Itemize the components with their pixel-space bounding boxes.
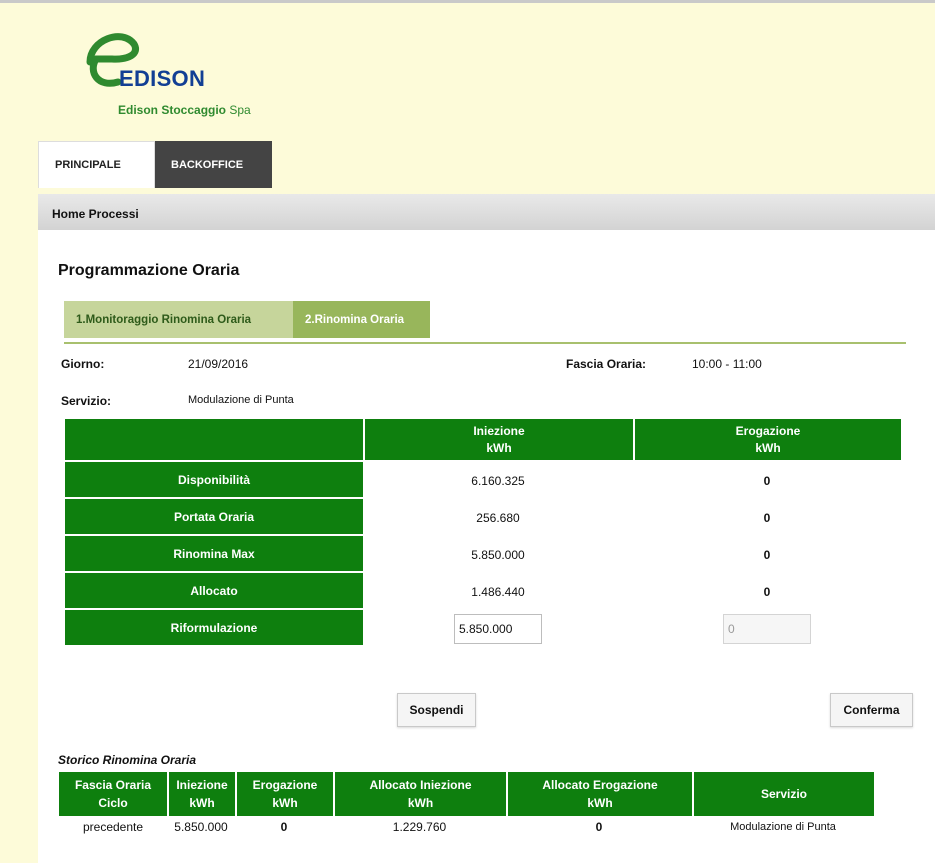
history-header-iniezione-line2: kWh bbox=[189, 796, 215, 810]
portata-iniezione: 256.680 bbox=[476, 510, 520, 525]
history-header-fascia: Fascia Oraria Ciclo bbox=[59, 772, 167, 816]
row-label-allocato: Allocato bbox=[65, 573, 363, 610]
history-cell-servizio: Modulazione di Punta bbox=[730, 821, 836, 833]
history-header-iniezione: Iniezione kWh bbox=[167, 772, 235, 816]
header-iniezione: Iniezione kWh bbox=[363, 419, 633, 462]
disponibilita-erogazione: 0 bbox=[763, 473, 771, 488]
history-header-erogazione: Erogazione kWh bbox=[235, 772, 333, 816]
tab-principale[interactable]: PRINCIPALE bbox=[38, 141, 155, 188]
riformulazione-iniezione-input[interactable] bbox=[454, 613, 542, 644]
top-border bbox=[0, 0, 935, 3]
rinomina-table: Iniezione kWh Erogazione kWh Disponibili… bbox=[65, 419, 901, 647]
brand-name: EDISON bbox=[119, 66, 206, 91]
fascia-value: 10:00 - 11:00 bbox=[692, 357, 762, 371]
brand-subtitle: Edison Stoccaggio Spa bbox=[118, 103, 251, 117]
history-header-allocato-erogazione-line1: Allocato Erogazione bbox=[542, 778, 658, 792]
brand-subtitle-bold: Edison Stoccaggio bbox=[118, 103, 227, 117]
table-row: Riformulazione bbox=[65, 610, 901, 647]
history-header-erogazione-line1: Erogazione bbox=[252, 778, 318, 792]
table-row: Disponibilità 6.160.325 0 bbox=[65, 462, 901, 499]
servizio-label: Servizio: bbox=[61, 394, 112, 408]
main-panel: Programmazione Oraria 1.Monitoraggio Rin… bbox=[38, 230, 935, 863]
row-label-riformulazione: Riformulazione bbox=[65, 610, 363, 647]
table-row: Portata Oraria 256.680 0 bbox=[65, 499, 901, 536]
disponibilita-iniezione: 6.160.325 bbox=[471, 473, 525, 488]
page-title: Programmazione Oraria bbox=[58, 262, 240, 279]
allocato-iniezione: 1.486.440 bbox=[471, 584, 525, 599]
history-header-fascia-line2: Ciclo bbox=[98, 796, 128, 810]
history-header-allocato-erogazione-line2: kWh bbox=[587, 796, 613, 810]
history-header-allocato-erogazione: Allocato Erogazione kWh bbox=[506, 772, 692, 816]
brand-subtitle-rest: Spa bbox=[226, 103, 251, 117]
table-row: precedente 5.850.000 0 1.229.760 0 Modul… bbox=[59, 816, 874, 838]
row-label-disponibilita: Disponibilità bbox=[65, 462, 363, 499]
rinomina-max-iniezione: 5.850.000 bbox=[471, 547, 525, 562]
step-rinomina[interactable]: 2.Rinomina Oraria bbox=[293, 301, 430, 338]
portata-erogazione: 0 bbox=[763, 510, 771, 525]
conferma-button[interactable]: Conferma bbox=[830, 693, 913, 727]
history-table: Fascia Oraria Ciclo Iniezione kWh Erogaz… bbox=[59, 772, 874, 838]
history-header-allocato-iniezione: Allocato Iniezione kWh bbox=[333, 772, 506, 816]
history-cell-erogazione: 0 bbox=[280, 820, 288, 834]
history-cell-allocato-erogazione: 0 bbox=[595, 820, 603, 834]
step-monitoraggio[interactable]: 1.Monitoraggio Rinomina Oraria bbox=[64, 301, 293, 338]
servizio-value: Modulazione di Punta bbox=[188, 394, 294, 406]
header-erogazione-line2: kWh bbox=[755, 440, 781, 455]
steps-divider bbox=[64, 342, 906, 344]
tab-backoffice[interactable]: BACKOFFICE bbox=[155, 141, 272, 188]
allocato-erogazione: 0 bbox=[763, 584, 771, 599]
rinomina-max-erogazione: 0 bbox=[763, 547, 771, 562]
sospendi-button[interactable]: Sospendi bbox=[397, 693, 476, 727]
history-header-allocato-iniezione-line2: kWh bbox=[407, 796, 434, 810]
history-title: Storico Rinomina Oraria bbox=[58, 753, 197, 767]
row-label-portata-oraria: Portata Oraria bbox=[65, 499, 363, 536]
history-header-iniezione-line1: Iniezione bbox=[176, 778, 228, 792]
history-header-allocato-iniezione-line1: Allocato Iniezione bbox=[369, 778, 472, 792]
step-tabs: 1.Monitoraggio Rinomina Oraria 2.Rinomin… bbox=[64, 301, 430, 338]
header-iniezione-line2: kWh bbox=[486, 440, 512, 455]
header-erogazione: Erogazione kWh bbox=[633, 419, 901, 462]
history-header-erogazione-line2: kWh bbox=[272, 796, 298, 810]
fascia-label: Fascia Oraria: bbox=[566, 357, 647, 371]
row-label-rinomina-max: Rinomina Max bbox=[65, 536, 363, 573]
table-header-row: Iniezione kWh Erogazione kWh bbox=[65, 419, 901, 462]
riformulazione-erogazione-cell bbox=[633, 610, 901, 647]
edison-logo: EDISON Edison Stoccaggio Spa bbox=[82, 26, 282, 126]
header-iniezione-line1: Iniezione bbox=[473, 423, 525, 438]
table-row: Rinomina Max 5.850.000 0 bbox=[65, 536, 901, 573]
riformulazione-iniezione-cell bbox=[363, 610, 633, 647]
top-tabs: PRINCIPALE BACKOFFICE bbox=[38, 141, 272, 188]
history-header-row: Fascia Oraria Ciclo Iniezione kWh Erogaz… bbox=[59, 772, 874, 816]
history-cell-iniezione: 5.850.000 bbox=[174, 820, 228, 834]
giorno-value: 21/09/2016 bbox=[188, 357, 249, 371]
history-header-fascia-line1: Fascia Oraria bbox=[74, 778, 152, 792]
history-cell-allocato-iniezione: 1.229.760 bbox=[392, 820, 447, 834]
header-erogazione-line1: Erogazione bbox=[735, 423, 801, 438]
history-header-servizio: Servizio bbox=[692, 772, 874, 816]
header-empty bbox=[65, 419, 363, 462]
history-cell-fascia: precedente bbox=[82, 820, 144, 834]
breadcrumb: Home Processi bbox=[38, 194, 935, 230]
riformulazione-erogazione-input[interactable] bbox=[723, 613, 811, 644]
breadcrumb-home-processi[interactable]: Home Processi bbox=[52, 207, 139, 221]
table-row: Allocato 1.486.440 0 bbox=[65, 573, 901, 610]
giorno-label: Giorno: bbox=[61, 357, 105, 371]
